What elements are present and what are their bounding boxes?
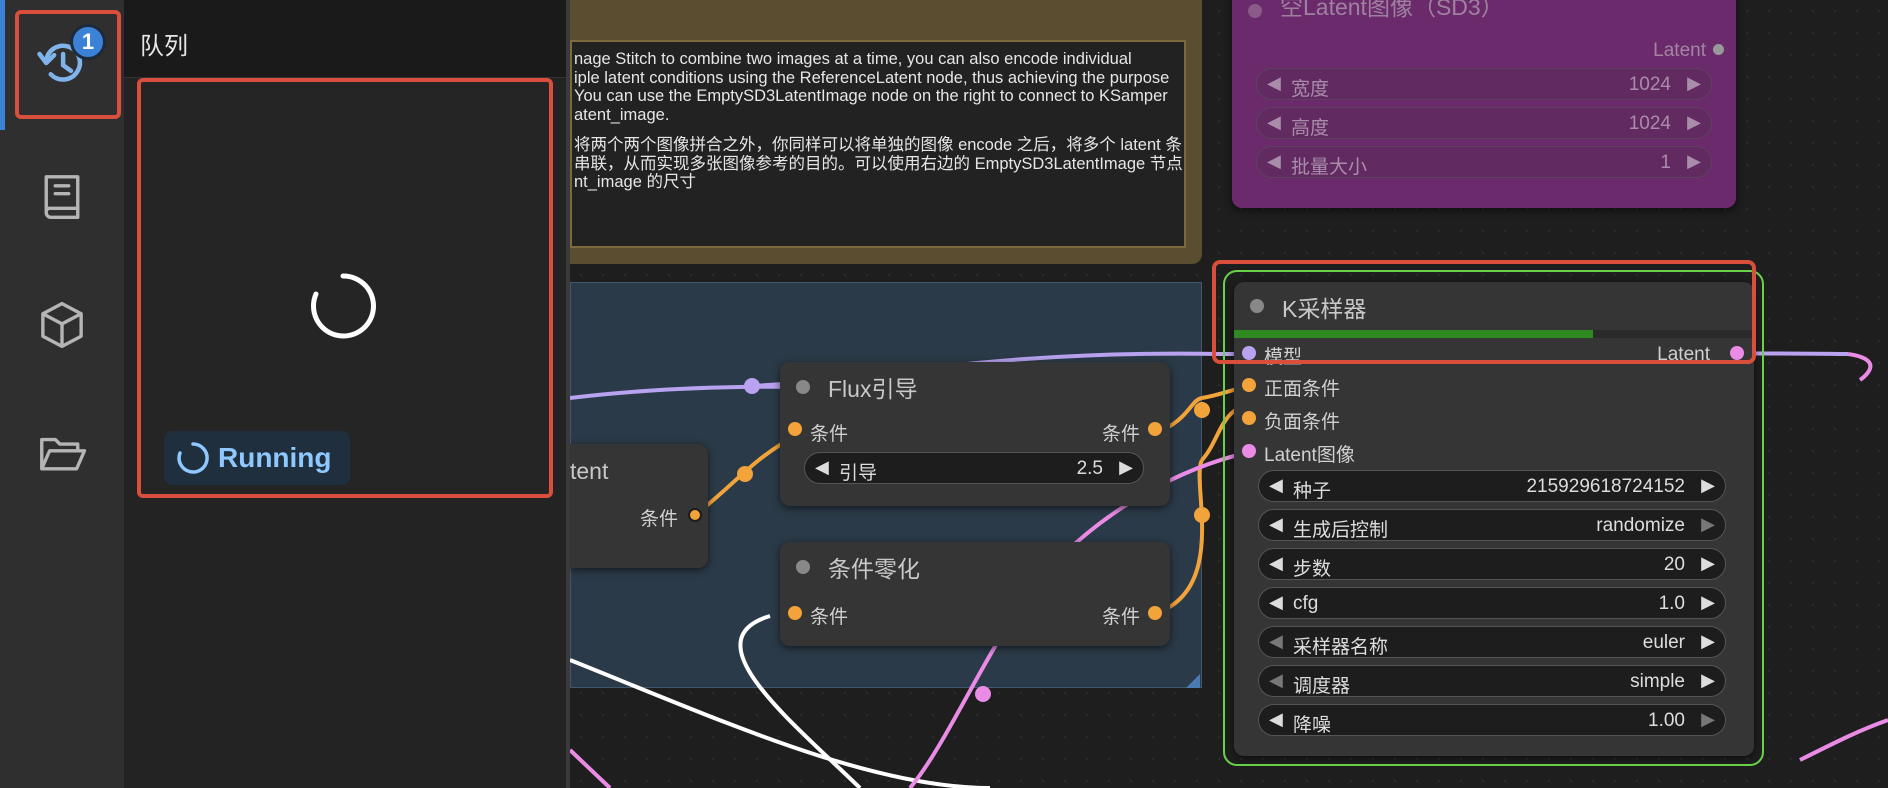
node-title: 条件零化 (828, 556, 920, 582)
queue-panel-header: 队列 (124, 0, 566, 78)
guidance-widget[interactable]: ◀ 引导 2.5 ▶ (804, 452, 1144, 484)
running-spinner-icon (177, 442, 209, 474)
output-label: 条件 (639, 509, 678, 530)
queue-panel: 队列 Running (124, 0, 566, 788)
control-after-generate-widget[interactable]: ◀ 生成后控制 randomize ▶ (1258, 509, 1726, 541)
node-canvas[interactable]: nage Stitch to combine two images at a t… (570, 0, 1888, 788)
input-label-latent: Latent图像 (1264, 445, 1355, 466)
denoise-widget[interactable]: ◀ 降噪 1.00 ▶ (1258, 704, 1726, 736)
queue-button-highlight (15, 10, 121, 119)
input-label: 条件 (810, 424, 849, 445)
status-label: Running (218, 442, 332, 473)
flux-guidance-node[interactable]: Flux引导 条件 条件 ◀ 引导 2.5 ▶ (780, 362, 1170, 506)
input-label-negative: 负面条件 (1264, 412, 1341, 433)
partial-latent-node[interactable]: tent 条件 (570, 444, 708, 568)
sidebar: 1 (0, 0, 124, 788)
library-button[interactable] (0, 142, 124, 252)
input-pin[interactable] (788, 422, 802, 436)
panel-title: 队列 (140, 33, 188, 60)
input-label: 条件 (810, 607, 849, 628)
folder-open-icon (40, 437, 87, 471)
status-badge: Running (164, 431, 350, 485)
input-label-positive: 正面条件 (1264, 379, 1341, 400)
queue-task-card[interactable]: Running (137, 78, 553, 498)
cfg-widget[interactable]: ◀ cfg 1.0 ▶ (1258, 587, 1726, 619)
cube-icon (41, 301, 83, 349)
output-pin[interactable] (688, 508, 702, 522)
steps-widget[interactable]: ◀ 步数 20 ▶ (1258, 548, 1726, 580)
node-title: Flux引导 (828, 376, 918, 402)
node-title: tent (570, 457, 609, 484)
output-label: 条件 (1101, 607, 1140, 628)
input-pin-latent[interactable] (1242, 444, 1256, 458)
models-button[interactable] (0, 270, 124, 380)
sampler-name-widget[interactable]: ◀ 采样器名称 euler ▶ (1258, 626, 1726, 658)
input-pin-negative[interactable] (1242, 411, 1256, 425)
seed-widget[interactable]: ◀ 种子 215929618724152 ▶ (1258, 470, 1726, 502)
input-pin-positive[interactable] (1242, 378, 1256, 392)
ksampler-header-highlight (1212, 260, 1756, 364)
output-pin[interactable] (1148, 606, 1162, 620)
input-pin[interactable] (788, 606, 802, 620)
output-label: 条件 (1101, 424, 1140, 445)
output-pin[interactable] (1148, 422, 1162, 436)
conditioning-zero-node[interactable]: 条件零化 条件 条件 (780, 542, 1170, 646)
scheduler-widget[interactable]: ◀ 调度器 simple ▶ (1258, 665, 1726, 697)
workflows-button[interactable] (0, 398, 124, 508)
book-icon (44, 175, 80, 219)
loading-spinner-icon (311, 273, 376, 339)
